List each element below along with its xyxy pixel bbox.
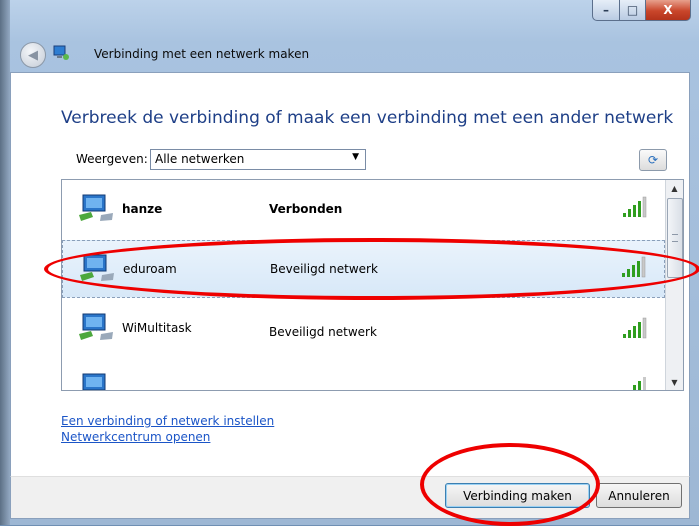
dropdown-value: Alle netwerken [155,152,245,166]
setup-connection-link[interactable]: Een verbinding of netwerk instellen [61,414,274,428]
network-wizard-icon [53,45,69,60]
wireless-network-icon [79,194,113,221]
back-arrow-icon: ◀ [28,47,38,63]
wireless-network-icon [80,254,114,281]
scroll-down-icon[interactable]: ▼ [666,374,683,390]
network-status: Verbonden [269,202,343,216]
scroll-up-icon[interactable]: ▲ [666,180,683,196]
grip-icon [672,234,678,242]
network-row-wimultitask[interactable]: WiMultitask Beveiligd netwerk [62,302,665,360]
wireless-network-icon [79,313,113,340]
signal-strength-icon [633,377,646,390]
wireless-network-icon [82,373,106,390]
chevron-down-icon: ▼ [352,152,359,162]
caption-buttons: – □ X [592,0,691,21]
network-row-partial[interactable] [62,364,665,390]
show-networks-dropdown[interactable]: Alle netwerken ▼ [150,149,366,170]
minimize-button[interactable]: – [592,0,620,21]
signal-strength-icon [623,196,647,218]
network-name: hanze [122,202,163,216]
refresh-icon: ⟳ [647,153,659,167]
back-button[interactable]: ◀ [20,42,46,68]
show-label: Weergeven: [76,152,148,166]
refresh-button[interactable]: ⟳ [639,149,667,171]
window-title: Verbinding met een netwerk maken [94,47,310,61]
network-center-link[interactable]: Netwerkcentrum openen [61,430,210,444]
network-list[interactable]: hanze Verbonden eduroam Beveiligd netwer… [61,179,684,391]
scroll-thumb[interactable] [667,198,683,278]
network-row-eduroam[interactable]: eduroam Beveiligd netwerk [62,240,665,298]
desktop-edge [0,0,10,525]
cancel-button[interactable]: Annuleren [596,483,682,508]
signal-strength-icon [622,256,646,278]
network-status: Beveiligd netwerk [270,262,378,276]
list-scrollbar[interactable]: ▲ ▼ [665,180,683,390]
main-instruction: Verbreek de verbinding of maak een verbi… [61,108,674,128]
connect-button[interactable]: Verbinding maken [445,483,590,508]
maximize-button[interactable]: □ [620,0,646,21]
network-name: WiMultitask [122,321,192,335]
button-bar: Verbinding maken Annuleren [10,476,690,519]
signal-strength-icon [623,317,647,339]
close-button[interactable]: X [646,0,691,21]
main-panel: Verbreek de verbinding of maak een verbi… [10,72,690,478]
network-row-hanze[interactable]: hanze Verbonden [62,180,665,238]
network-name: eduroam [123,262,177,276]
network-status: Beveiligd netwerk [269,325,377,339]
